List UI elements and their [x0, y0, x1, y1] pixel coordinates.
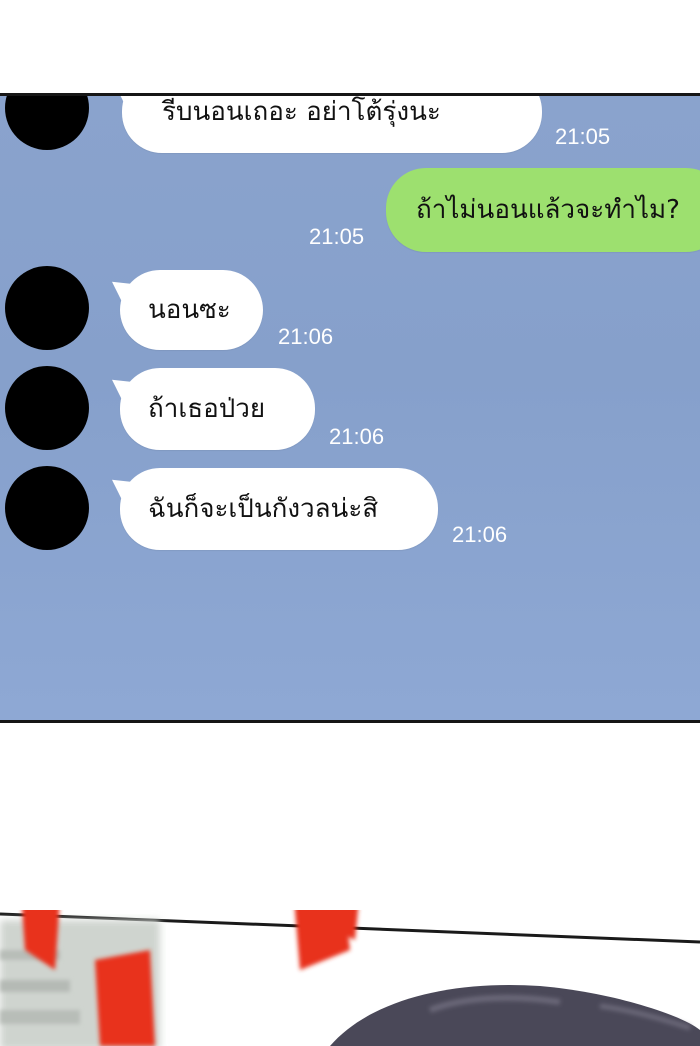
message-time: 21:05 — [309, 224, 365, 249]
avatar — [5, 466, 89, 550]
chat-panel: รีบนอนเถอะ อย่าโต้รุ่งนะ 21:05 ถ้าไม่นอน… — [0, 93, 700, 723]
avatar — [5, 266, 89, 350]
message-text: นอนซะ — [148, 295, 231, 325]
message-text: ถ้าไม่นอนแล้วจะทำไม? — [416, 195, 680, 225]
message-time: 21:05 — [555, 124, 611, 149]
comic-panel-art — [0, 910, 700, 1046]
avatar — [5, 366, 89, 450]
message-bubble-outgoing: ถ้าไม่นอนแล้วจะทำไม? — [386, 168, 700, 252]
message-time: 21:06 — [452, 522, 508, 547]
comic-panel-lower — [0, 910, 700, 1046]
message-time: 21:06 — [278, 324, 334, 349]
message-text: ฉันก็จะเป็นกังวลน่ะสิ — [148, 494, 379, 524]
message-bubble-incoming: รีบนอนเถอะ อย่าโต้รุ่งนะ — [122, 96, 542, 153]
message-bubble-incoming: ถ้าเธอป่วย — [120, 368, 315, 450]
avatar — [5, 96, 89, 150]
message-bubble-incoming: นอนซะ — [120, 270, 263, 350]
message-text: รีบนอนเถอะ อย่าโต้รุ่งนะ — [162, 97, 441, 127]
message-text: ถ้าเธอป่วย — [148, 394, 266, 424]
message-bubble-incoming: ฉันก็จะเป็นกังวลน่ะสิ — [120, 468, 438, 550]
message-time: 21:06 — [329, 424, 385, 449]
